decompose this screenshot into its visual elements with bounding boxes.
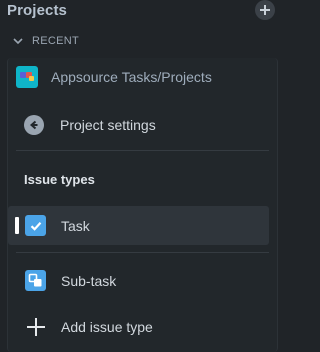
add-issue-type-button[interactable]: Add issue type xyxy=(25,316,153,337)
project-link[interactable]: Appsource Tasks/Projects xyxy=(16,66,212,88)
active-indicator xyxy=(15,217,19,234)
project-panel: Appsource Tasks/Projects Project setting… xyxy=(7,58,278,352)
project-settings-link[interactable]: Project settings xyxy=(24,115,156,135)
subtask-icon xyxy=(25,270,46,291)
recent-label: RECENT xyxy=(32,35,80,47)
project-avatar xyxy=(16,66,38,88)
sidebar-title: Projects xyxy=(7,2,67,19)
add-issue-type-label: Add issue type xyxy=(61,318,153,335)
divider xyxy=(16,252,269,253)
issue-type-label: Task xyxy=(61,218,90,234)
issue-type-label: Sub-task xyxy=(61,272,117,289)
project-settings-label: Project settings xyxy=(60,117,156,133)
task-check-icon xyxy=(25,215,46,236)
projects-sidebar: Projects RECENT Appsource Tasks/Projects xyxy=(0,0,286,352)
plus-icon xyxy=(25,316,46,337)
arrow-left-icon xyxy=(24,115,44,135)
add-project-button[interactable] xyxy=(255,0,275,20)
issue-types-heading: Issue types xyxy=(24,172,95,187)
divider xyxy=(16,150,269,151)
issue-type-task[interactable]: Task xyxy=(8,206,269,245)
project-name: Appsource Tasks/Projects xyxy=(51,69,212,85)
recent-section-toggle[interactable]: RECENT xyxy=(12,35,79,47)
issue-type-sub-task[interactable]: Sub-task xyxy=(25,270,116,291)
chevron-down-icon xyxy=(12,35,24,47)
plus-icon xyxy=(260,5,270,15)
